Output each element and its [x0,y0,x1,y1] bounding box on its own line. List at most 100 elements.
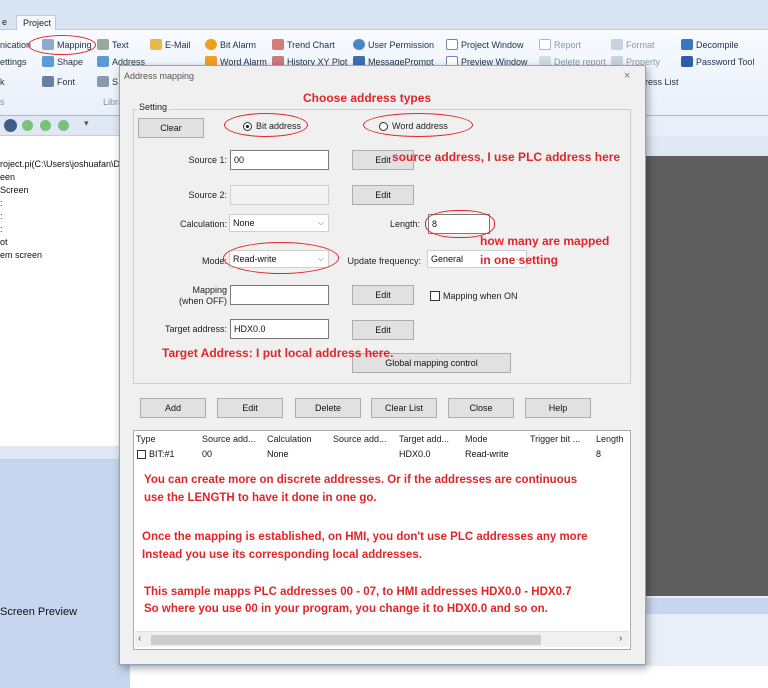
tree-item[interactable]: ot [0,236,8,249]
horizontal-scrollbar[interactable]: ‹ › [135,631,629,647]
length-label: Length: [389,219,420,229]
workspace-footer [640,598,768,614]
source2-input[interactable] [230,185,329,205]
table-cell: BIT:#1 [149,449,175,459]
target-address-label: Target address: [164,324,227,334]
target-address-input[interactable]: HDX0.0 [230,319,329,339]
ribbon-address-list-button[interactable]: ress List [645,75,679,89]
dropdown-arrow-icon[interactable]: ▾ [84,118,89,129]
mode-label: Mode: [201,256,227,266]
annotation-source: source address, I use PLC address here [392,150,621,164]
column-header[interactable]: Calculation [267,434,312,444]
target-edit-button[interactable]: Edit [352,320,414,340]
ribbon-user-permission-button[interactable]: User Permission [353,38,434,52]
ribbon-format-button[interactable]: Format [611,38,655,52]
round-button-icon[interactable] [58,120,69,131]
ribbon-report-button[interactable]: Report [539,38,581,52]
email-icon [150,39,162,50]
ribbon-settings[interactable]: ettings [0,55,27,69]
font-icon [42,76,54,87]
ribbon-decompile-button[interactable]: Decompile [681,38,739,52]
help-button[interactable]: Help [525,398,591,418]
update-frequency-value: General [431,254,464,264]
password-tool-icon [681,56,693,67]
column-header[interactable]: Mode [465,434,488,444]
clear-list-button[interactable]: Clear List [371,398,437,418]
source1-input[interactable]: 00 [230,150,329,170]
mapping-off-input[interactable] [230,285,329,305]
ribbon-shape-button[interactable]: Shape [42,55,83,69]
round-button-icon[interactable] [22,120,33,131]
round-button-icon[interactable] [40,120,51,131]
ribbon-bit-alarm-label: Bit Alarm [220,40,257,50]
tab-file[interactable]: e [0,15,16,30]
ribbon-communication[interactable]: nication [0,38,31,52]
source2-label: Source 2: [188,190,227,200]
table-cell: Read-write [465,449,509,459]
close-button[interactable]: Close [448,398,514,418]
annotation-circle [363,113,473,137]
tree-item[interactable]: em screen [0,249,42,262]
project-window-icon [446,39,458,50]
update-frequency-label: Update frequency: [347,256,421,266]
mapping-when-off-label: (when OFF) [178,296,227,306]
tree-item[interactable]: : [0,210,3,223]
column-header[interactable]: Type [136,434,156,444]
column-header[interactable]: Source add... [333,434,387,444]
ribbon-project-window-button[interactable]: Project Window [446,38,524,52]
column-header[interactable]: Trigger bit ... [530,434,580,444]
column-header[interactable]: Length [596,434,624,444]
annotation-in-one-setting: in one setting [480,253,558,267]
ribbon-trend-chart-button[interactable]: Trend Chart [272,38,335,52]
tree-item[interactable]: roject.pi(C:\Users\joshuafan\D [0,158,120,171]
calculation-select[interactable]: None ⌵ [229,214,329,232]
ribbon-text-button[interactable]: Text [97,38,129,52]
status-area [130,666,768,688]
close-icon[interactable]: × [624,70,630,82]
ribbon-s-label: S [112,77,119,87]
ribbon-font-label: Font [57,77,76,87]
add-button[interactable]: Add [140,398,206,418]
source2-edit-button[interactable]: Edit [352,185,414,205]
tree-item[interactable]: : [0,197,3,210]
preview-panel-header [0,446,130,460]
clear-button[interactable]: Clear [138,118,204,138]
workspace-header [640,136,768,156]
ribbon-s-button[interactable]: S [97,75,118,89]
scroll-left-icon[interactable]: ‹ [138,633,141,644]
format-icon [611,39,623,50]
mapping-edit-button[interactable]: Edit [352,285,414,305]
ribbon-user-permission-label: User Permission [368,40,435,50]
column-header[interactable]: Target add... [399,434,449,444]
annotation-note: use the LENGTH to have it done in one go… [144,492,377,504]
mapping-when-on-checkbox[interactable] [430,291,440,301]
scroll-right-icon[interactable]: › [619,633,622,644]
source1-label: Source 1: [188,155,227,165]
ribbon-password-tool-button[interactable]: Password Tool [681,55,754,69]
column-header[interactable]: Source add... [202,434,256,444]
ribbon-k[interactable]: k [0,75,5,89]
ribbon-communication-label: nication [0,40,32,50]
ribbon-email-button[interactable]: E-Mail [150,38,191,52]
project-tree: roject.pi(C:\Users\joshuafan\D een Scree… [0,136,120,446]
tree-item[interactable]: een [0,171,15,184]
left-toolstrip: ▾ [0,116,130,136]
gear-icon[interactable] [4,119,17,132]
workspace-canvas[interactable] [640,156,768,596]
ribbon-format-label: Format [626,40,655,50]
address-mapping-dialog: Address mapping × Setting Clear Bit addr… [119,65,646,665]
row-checkbox[interactable] [137,450,146,459]
calculation-label: Calculation: [179,219,227,229]
delete-button[interactable]: Delete [295,398,361,418]
edit-button[interactable]: Edit [217,398,283,418]
annotation-choose-types: Choose address types [303,91,432,105]
bit-alarm-icon [205,39,217,50]
tree-item[interactable]: : [0,223,3,236]
scrollbar-thumb[interactable] [151,635,541,645]
shape-icon [42,56,54,67]
tab-project[interactable]: Project [16,15,56,30]
tree-item[interactable]: Screen [0,184,29,197]
ribbon-bit-alarm-button[interactable]: Bit Alarm [205,38,256,52]
annotation-circle [28,35,96,55]
ribbon-font-button[interactable]: Font [42,75,75,89]
